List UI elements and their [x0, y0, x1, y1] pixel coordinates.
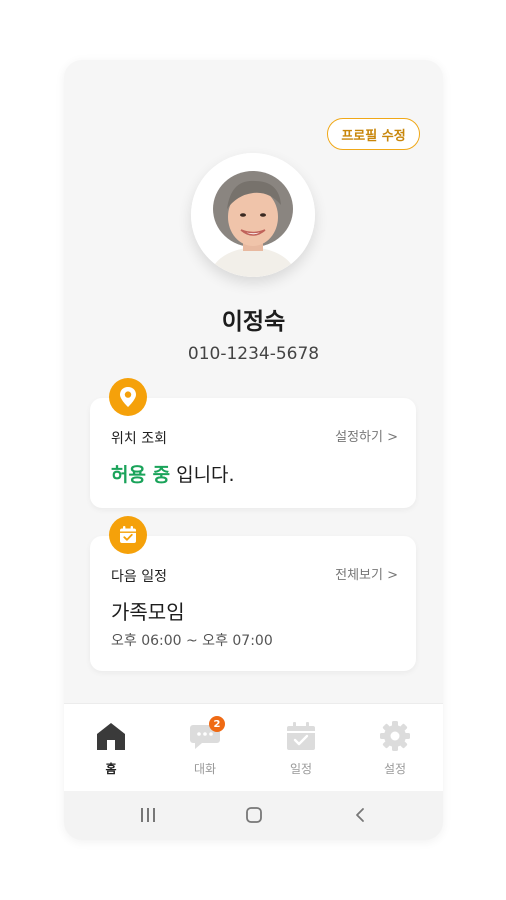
location-card-title: 위치 조회 — [111, 431, 167, 447]
tab-schedule[interactable]: 일정 — [271, 718, 331, 777]
location-status-suffix: 입니다. — [170, 464, 235, 486]
location-pin-icon — [109, 378, 147, 416]
chat-unread-badge: 2 — [209, 716, 225, 732]
tab-home[interactable]: 홈 — [81, 718, 141, 777]
avatar — [191, 153, 315, 277]
chat-icon: 2 — [175, 716, 235, 754]
home-nav-button[interactable] — [239, 803, 269, 827]
event-title: 가족모임 — [111, 600, 185, 624]
tab-chat[interactable]: 2 대화 — [175, 716, 235, 777]
recent-apps-button[interactable] — [133, 803, 163, 827]
calendar-icon — [271, 718, 331, 754]
location-status-highlight: 허용 중 — [111, 464, 171, 486]
gear-icon — [365, 718, 425, 754]
bottom-tab-bar: 홈 2 대화 일정 설정 — [64, 703, 443, 792]
home-icon — [81, 718, 141, 754]
tab-chat-label: 대화 — [193, 762, 217, 776]
tab-home-label: 홈 — [105, 762, 117, 776]
location-status: 허용 중 입니다. — [111, 460, 235, 487]
tab-schedule-label: 일정 — [289, 762, 313, 776]
user-name: 이정숙 — [221, 309, 286, 335]
schedule-card[interactable]: 다음 일정 전체보기 > 가족모임 오후 06:00 ~ 오후 07:00 — [90, 536, 416, 671]
calendar-check-icon — [109, 516, 147, 554]
view-all-link[interactable]: 전체보기 > — [335, 564, 398, 583]
event-time: 오후 06:00 ~ 오후 07:00 — [111, 633, 273, 649]
schedule-card-title: 다음 일정 — [111, 569, 167, 585]
user-phone: 010-1234-5678 — [187, 344, 320, 364]
location-card[interactable]: 위치 조회 설정하기 > 허용 중 입니다. — [90, 398, 416, 508]
tab-settings[interactable]: 설정 — [365, 718, 425, 777]
edit-profile-button[interactable]: 프로필 수정 — [327, 118, 420, 150]
location-settings-link[interactable]: 설정하기 > — [335, 426, 398, 445]
app-screen: 프로필 수정 이정숙 010-1234-5678 위치 조회 설정하기 > 허용 — [64, 60, 443, 840]
system-nav-bar — [64, 791, 443, 840]
back-nav-button[interactable] — [345, 803, 375, 827]
tab-settings-label: 설정 — [383, 762, 407, 776]
